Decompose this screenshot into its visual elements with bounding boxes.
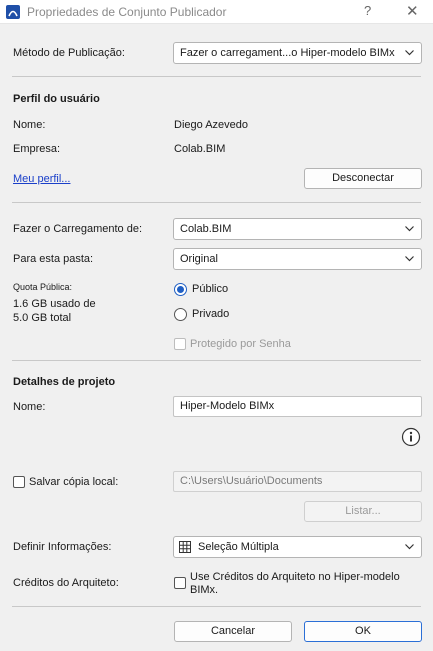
password-checkbox[interactable] — [174, 338, 186, 350]
quota-used: 1.6 GB usado de — [13, 298, 96, 310]
folder-select[interactable]: Original — [173, 248, 422, 270]
password-label: Protegido por Senha — [190, 338, 291, 350]
close-button[interactable]: ✕ — [406, 2, 419, 20]
profile-company-value: Colab.BIM — [174, 143, 226, 155]
archicad-app-icon — [6, 5, 20, 19]
divider — [12, 606, 421, 607]
project-name-value: Hiper-Modelo BIMx — [180, 400, 275, 412]
folder-value: Original — [180, 253, 218, 265]
project-heading: Detalhes de projeto — [13, 376, 116, 388]
chevron-down-icon — [405, 50, 414, 56]
publish-method-select[interactable]: Fazer o carregament...o Hiper-modelo BIM… — [173, 42, 422, 64]
title-bar: Propriedades de Conjunto Publicador ? ✕ — [0, 0, 433, 24]
credits-checkbox-label-line1: Use Créditos do Arquiteto no Hiper-model… — [190, 571, 400, 583]
chevron-down-icon — [405, 544, 414, 550]
project-name-input[interactable]: Hiper-Modelo BIMx — [173, 396, 422, 417]
ok-button[interactable]: OK — [304, 621, 422, 642]
upload-from-select[interactable]: Colab.BIM — [173, 218, 422, 240]
divider — [12, 202, 421, 203]
save-local-label: Salvar cópia local: — [29, 476, 119, 488]
folder-label: Para esta pasta: — [13, 253, 94, 265]
publish-method-label: Método de Publicação: — [13, 47, 125, 59]
define-info-select[interactable]: Seleção Múltipla — [173, 536, 422, 558]
upload-from-value: Colab.BIM — [180, 223, 232, 235]
credits-checkbox-label-line2: BIMx. — [190, 584, 219, 596]
private-label: Privado — [192, 308, 230, 320]
profile-company-label: Empresa: — [13, 143, 61, 155]
window-title: Propriedades de Conjunto Publicador — [27, 5, 227, 19]
disconnect-button[interactable]: Desconectar — [304, 168, 422, 189]
chevron-down-icon — [405, 256, 414, 262]
divider — [12, 76, 421, 77]
list-button[interactable]: Listar... — [304, 501, 422, 522]
public-radio[interactable] — [174, 283, 187, 296]
my-profile-link[interactable]: Meu perfil... — [13, 173, 70, 185]
cancel-button[interactable]: Cancelar — [174, 621, 292, 642]
save-local-checkbox[interactable] — [13, 476, 25, 488]
project-name-label: Nome: — [13, 401, 46, 413]
grid-icon — [179, 541, 191, 553]
info-icon[interactable] — [401, 427, 421, 447]
quota-total: 5.0 GB total — [13, 312, 72, 324]
save-local-path: C:\Users\Usuário\Documents — [180, 475, 323, 487]
credits-label: Créditos do Arquiteto: — [13, 577, 119, 589]
define-info-value: Seleção Múltipla — [198, 541, 279, 553]
private-radio[interactable] — [174, 308, 187, 321]
define-info-label: Definir Informações: — [13, 541, 112, 553]
profile-name-value: Diego Azevedo — [174, 119, 248, 131]
profile-heading: Perfil do usuário — [13, 93, 100, 105]
help-button[interactable]: ? — [364, 3, 371, 18]
publish-method-value: Fazer o carregament...o Hiper-modelo BIM… — [180, 47, 395, 59]
divider — [12, 360, 421, 361]
profile-name-label: Nome: — [13, 119, 46, 131]
save-local-path-field[interactable]: C:\Users\Usuário\Documents — [173, 471, 422, 492]
quota-label: Quota Pública: — [13, 282, 73, 292]
upload-from-label: Fazer o Carregamento de: — [13, 223, 143, 235]
credits-checkbox[interactable] — [174, 577, 186, 589]
public-label: Público — [192, 283, 229, 295]
chevron-down-icon — [405, 226, 414, 232]
